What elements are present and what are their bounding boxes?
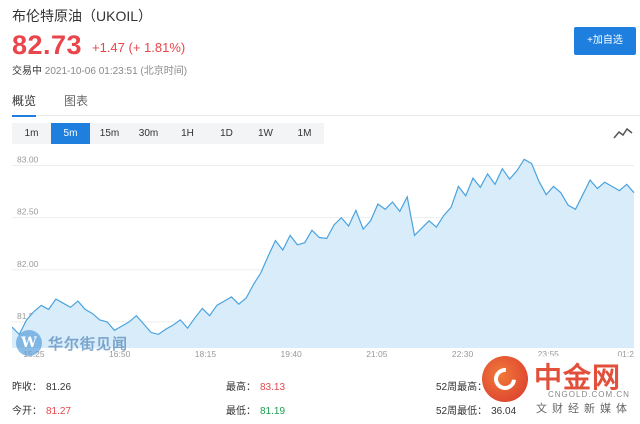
stat-label: 52周最低： <box>436 406 488 417</box>
interval-1mo[interactable]: 1M <box>285 123 324 144</box>
current-price: 82.73 <box>12 30 83 60</box>
stat-value: 81.26 <box>46 382 72 393</box>
line-chart-icon <box>613 127 633 139</box>
view-tabs: 概览 图表 <box>12 92 640 117</box>
y-tick-label: 82.00 <box>17 259 39 269</box>
price-change: +1.47 (+ 1.81%) <box>92 40 186 55</box>
add-to-watchlist-button[interactable]: +加自选 <box>574 27 636 55</box>
tab-overview[interactable]: 概览 <box>12 92 37 117</box>
wallstreetcn-logo-icon: W <box>16 330 42 356</box>
x-tick-label: 19:40 <box>281 349 303 359</box>
chart-type-button[interactable] <box>612 124 634 142</box>
wallstreetcn-watermark: W 华尔街见闻 <box>16 330 128 356</box>
timestamp: 2021-10-06 01:23:51 (北京时间) <box>44 66 188 77</box>
stat-high: 最高： 83.13 <box>226 378 285 393</box>
interval-1m[interactable]: 1m <box>12 123 51 144</box>
stat-label: 52周最高： <box>436 382 488 393</box>
interval-30m[interactable]: 30m <box>129 123 168 144</box>
cngold-watermark-url: CNGOLD.COM.CN <box>548 390 630 399</box>
stat-label: 今开： <box>12 406 42 417</box>
interval-5m[interactable]: 5m <box>51 123 90 144</box>
stat-open: 今开： 81.27 <box>12 402 71 417</box>
stat-value: 83.13 <box>260 382 286 393</box>
stat-label: 昨收： <box>12 382 42 393</box>
x-tick-label: 21:05 <box>366 349 388 359</box>
interval-15m[interactable]: 15m <box>90 123 129 144</box>
stat-value: 81.19 <box>260 406 286 417</box>
y-tick-label: 82.50 <box>17 207 39 217</box>
y-tick-label: 83.00 <box>17 155 39 165</box>
stat-value: 81.27 <box>46 406 72 417</box>
stat-label: 最高： <box>226 382 256 393</box>
interval-1w[interactable]: 1W <box>246 123 285 144</box>
x-tick-label: 18:15 <box>195 349 217 359</box>
trading-status: 交易中 2021-10-06 01:23:51 (北京时间) <box>12 62 187 77</box>
interval-1d[interactable]: 1D <box>207 123 246 144</box>
stat-prev-close: 昨收： 81.26 <box>12 378 71 393</box>
price-chart[interactable]: 83.0082.5082.0081.5015:2516:5018:1519:40… <box>11 152 640 360</box>
cngold-watermark: 中金网 CNGOLD.COM.CN 文财经新媒体 <box>482 352 640 422</box>
status-label: 交易中 <box>12 66 42 77</box>
interval-1h[interactable]: 1H <box>168 123 207 144</box>
wallstreetcn-watermark-text: 华尔街见闻 <box>48 334 129 353</box>
x-tick-label: 22:30 <box>452 349 474 359</box>
price-area-chart: 83.0082.5082.0081.5015:2516:5018:1519:40… <box>11 155 635 359</box>
cngold-watermark-tagline: 文财经新媒体 <box>536 400 632 416</box>
cngold-logo-icon <box>482 356 528 402</box>
price-area <box>12 159 634 348</box>
tab-chart[interactable]: 图表 <box>64 92 88 115</box>
instrument-title: 布伦特原油（UKOIL） <box>12 8 153 24</box>
stat-label: 最低： <box>226 406 256 417</box>
stat-low: 最低： 81.19 <box>226 402 285 417</box>
interval-selector: 1m 5m 15m 30m 1H 1D 1W 1M <box>12 123 324 144</box>
